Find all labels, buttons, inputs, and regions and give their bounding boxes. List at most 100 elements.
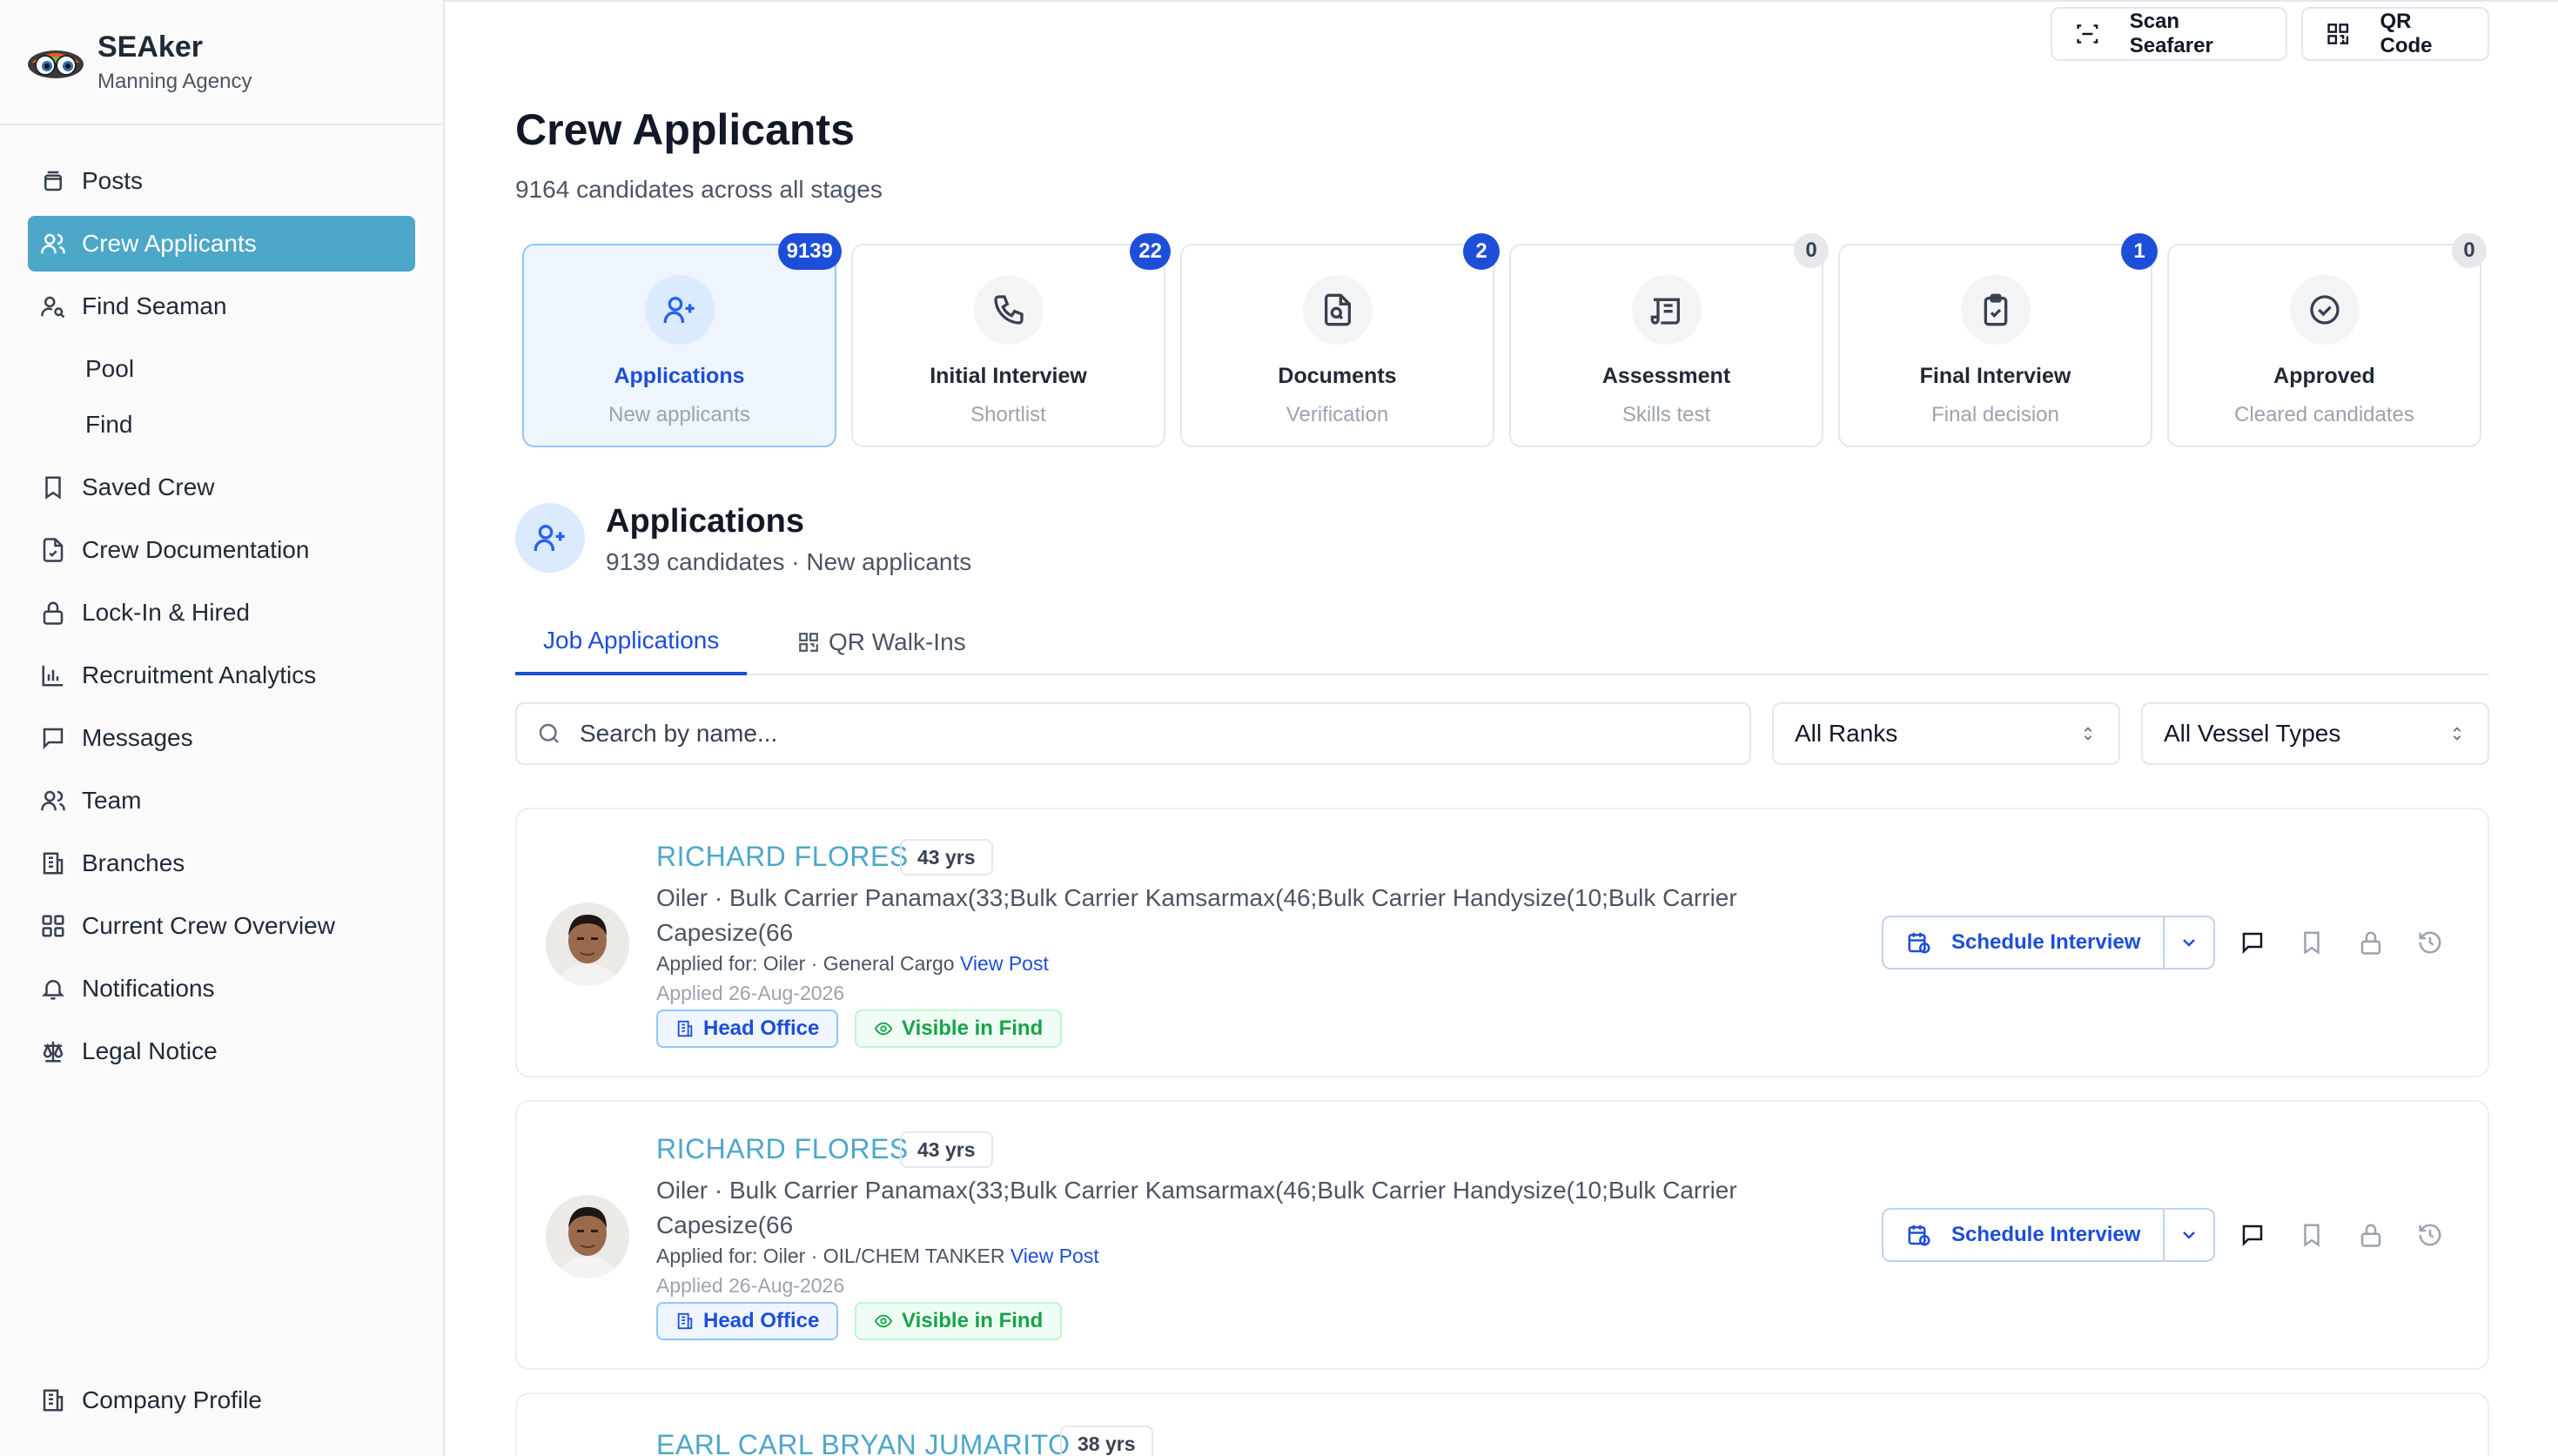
stage-card-final-interview[interactable]: 1 Final Interview Final decision (1838, 233, 2158, 447)
schedule-interview-button[interactable]: Schedule Interview (1883, 1210, 2165, 1260)
sidebar-item-company-profile[interactable]: Company Profile (28, 1372, 417, 1428)
applied-date: Applied 26-Aug-2026 (656, 982, 845, 1004)
message-button[interactable] (2237, 1219, 2268, 1251)
candidate-name[interactable]: EARL CARL BRYAN JUMARITO (656, 1429, 1071, 1456)
view-post-link[interactable]: View Post (1010, 1245, 1099, 1267)
sidebar-item-messages[interactable]: Messages (28, 710, 415, 766)
schedule-interview-label: Schedule Interview (1951, 1223, 2141, 1246)
visibility-tag: Visible in Find (855, 1302, 1063, 1340)
check-circle-icon (2309, 295, 2340, 325)
save-button[interactable] (2296, 1219, 2327, 1251)
stage-count-badge: 0 (1794, 233, 1829, 268)
brand[interactable]: SEAker Manning Agency (0, 0, 443, 125)
qr-code-icon (2327, 23, 2349, 44)
eye-icon (874, 1022, 893, 1036)
office-tag: Head Office (656, 1010, 839, 1048)
tab-qr-walk-ins[interactable]: QR Walk-Ins (769, 609, 994, 675)
bookmark-icon (2304, 1224, 2320, 1247)
bookmark-icon (45, 476, 61, 500)
sidebar-subitem-find[interactable]: Find (28, 397, 415, 453)
applied-for: Applied for: Oiler · OIL/CHEM TANKER Vie… (656, 1245, 1099, 1268)
sidebar-item-legal-notice[interactable]: Legal Notice (28, 1023, 415, 1079)
applied-for: Applied for: Oiler · General Cargo View … (656, 952, 1049, 976)
building-icon (43, 852, 64, 875)
message-icon (43, 728, 64, 750)
sidebar-item-label: Recruitment Analytics (82, 661, 317, 688)
sidebar-item-team[interactable]: Team (28, 773, 415, 829)
sidebar-item-branches[interactable]: Branches (28, 835, 415, 891)
lock-in-button[interactable] (2355, 927, 2387, 958)
stage-icon-wrap (1302, 275, 1373, 345)
sidebar-item-label: Legal Notice (82, 1037, 218, 1064)
scroll-icon (1650, 298, 1680, 325)
chevron-down-icon (2183, 1231, 2196, 1239)
stage-icon-wrap (973, 275, 1044, 345)
stage-icon-wrap (1960, 275, 2031, 345)
stage-card-applications[interactable]: 9139 Applications New applicants (522, 233, 842, 447)
history-button[interactable] (2414, 1219, 2446, 1251)
stage-card-assessment[interactable]: 0 Assessment Skills test (1509, 233, 1829, 447)
candidate-avatar[interactable] (546, 902, 629, 986)
history-button[interactable] (2414, 927, 2446, 958)
save-button[interactable] (2296, 927, 2327, 958)
stage-count-badge: 9139 (777, 233, 842, 270)
page-subtitle: 9164 candidates across all stages (515, 176, 883, 203)
lock-icon (2360, 1224, 2381, 1247)
schedule-interview-button[interactable]: Schedule Interview (1883, 917, 2165, 968)
section-title: Applications (606, 503, 805, 540)
sidebar-item-recruitment-analytics[interactable]: Recruitment Analytics (28, 647, 415, 703)
schedule-interview-group: Schedule Interview (1882, 916, 2216, 970)
team-icon (41, 790, 65, 811)
vessel-type-select-value: All Vessel Types (2164, 720, 2341, 747)
sidebar-item-crew-applicants[interactable]: Crew Applicants (28, 216, 415, 272)
schedule-dropdown-toggle[interactable] (2165, 917, 2213, 968)
stage-card-initial-interview[interactable]: 22 Initial Interview Shortlist (851, 233, 1171, 447)
rank-select[interactable]: All Ranks (1772, 702, 2120, 765)
sidebar-item-label: Saved Crew (82, 473, 215, 500)
stage-card-documents[interactable]: 2 Documents Verification (1180, 233, 1500, 447)
view-post-link[interactable]: View Post (960, 952, 1049, 975)
company-building-icon (43, 1389, 64, 1412)
bar-chart-icon (42, 665, 64, 687)
bell-icon (41, 980, 65, 1000)
sidebar-item-label: Pool (85, 355, 135, 382)
stage-subtitle: Skills test (1621, 403, 1711, 426)
sidebar-subitem-pool[interactable]: Pool (28, 341, 415, 397)
candidate-name[interactable]: RICHARD FLORES (656, 1133, 909, 1165)
file-search-icon (1324, 293, 1351, 326)
qr-code-button[interactable]: QR Code (2301, 7, 2489, 61)
sidebar-item-find-seaman[interactable]: Find Seaman (28, 278, 415, 334)
search-icon (539, 723, 559, 743)
sidebar-item-label: Crew Applicants (82, 230, 257, 257)
history-icon (2419, 1224, 2441, 1246)
stage-card-approved[interactable]: 0 Approved Cleared candidates (2167, 233, 2487, 447)
scan-seafarer-button[interactable]: Scan Seafarer (2051, 7, 2287, 61)
sidebar-item-crew-documentation[interactable]: Crew Documentation (28, 522, 415, 578)
calendar-clock-icon (1908, 1225, 1930, 1246)
stage-subtitle: Verification (1286, 403, 1389, 426)
scan-icon (2077, 24, 2098, 44)
message-button[interactable] (2237, 927, 2268, 958)
sidebar-item-posts[interactable]: Posts (28, 153, 415, 209)
search-input[interactable] (580, 720, 1711, 748)
sidebar-item-current-crew-overview[interactable]: Current Crew Overview (28, 898, 415, 954)
sidebar-item-notifications[interactable]: Notifications (28, 961, 415, 1017)
stage-count-badge: 1 (2121, 233, 2158, 270)
vessel-type-select[interactable]: All Vessel Types (2141, 702, 2489, 765)
brand-subtitle: Manning Agency (97, 70, 252, 94)
candidate-name[interactable]: RICHARD FLORES (656, 841, 909, 873)
applied-for-text: Applied for: Oiler · General Cargo (656, 952, 955, 975)
sidebar-item-saved-crew[interactable]: Saved Crew (28, 460, 415, 515)
schedule-dropdown-toggle[interactable] (2165, 1210, 2213, 1260)
tab-job-applications[interactable]: Job Applications (515, 609, 748, 675)
lock-in-button[interactable] (2355, 1219, 2387, 1251)
candidate-avatar[interactable] (546, 1195, 629, 1278)
age-badge: 43 yrs (900, 1131, 993, 1168)
candidate-card: RICHARD FLORES 43 yrs Oiler · Bulk Carri… (515, 1100, 2489, 1370)
file-check-icon (43, 538, 64, 562)
users-icon (41, 233, 65, 254)
sidebar-item-label: Current Crew Overview (82, 912, 335, 939)
sidebar-item-lock-in-hired[interactable]: Lock-In & Hired (28, 585, 415, 641)
candidate-card: RICHARD FLORES 43 yrs Oiler · Bulk Carri… (515, 808, 2489, 1077)
sidebar-item-label: Lock-In & Hired (82, 599, 250, 626)
